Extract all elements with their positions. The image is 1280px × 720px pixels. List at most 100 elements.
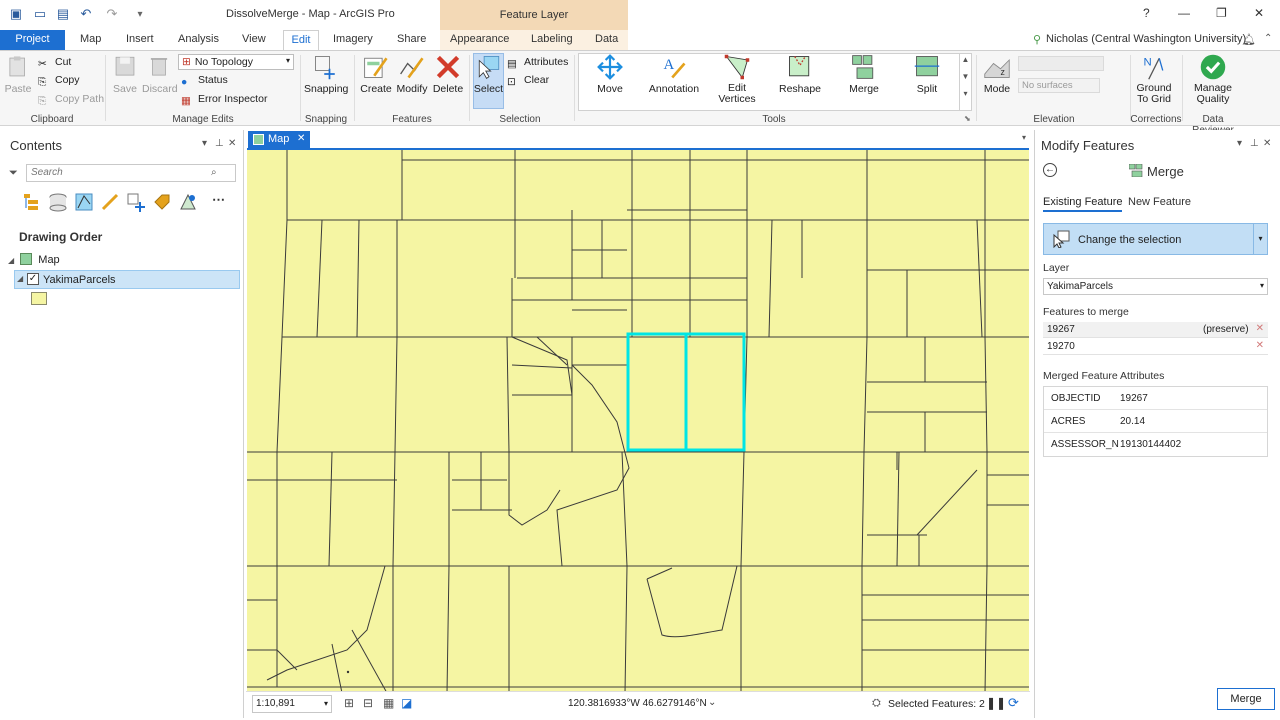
help-button[interactable]: ?	[1143, 6, 1150, 20]
data-source-icon[interactable]	[48, 192, 68, 212]
tab-data[interactable]: Data	[595, 33, 618, 45]
change-selection-button[interactable]: Change the selection ▾	[1043, 223, 1268, 255]
notifications-icon[interactable]: 🔔︎	[1242, 33, 1256, 46]
filter-icon[interactable]: ⏷	[9, 167, 18, 180]
tab-new-feature[interactable]: New Feature	[1128, 196, 1191, 208]
surface-dropdown[interactable]: No surfaces	[1018, 78, 1100, 93]
coordinate-format-icon[interactable]: ⌄	[708, 697, 716, 708]
close-tab-icon[interactable]: ✕	[297, 133, 305, 144]
tab-imagery[interactable]: Imagery	[333, 33, 373, 45]
delete-button[interactable]: Delete	[431, 53, 465, 95]
modify-button[interactable]: Modify	[395, 53, 429, 95]
scale-dropdown[interactable]: 1:10,891 ▾	[252, 695, 332, 713]
undo-icon[interactable]: ↶	[78, 6, 94, 22]
contents-search-input[interactable]: Search	[26, 164, 236, 182]
paste-button[interactable]: Paste	[4, 53, 32, 95]
topology-dropdown[interactable]: ⊞ No Topology ▾	[178, 54, 294, 70]
remove-feature-icon[interactable]: ✕	[1256, 323, 1264, 334]
discard-button[interactable]: Discard	[142, 53, 178, 95]
split-tool-button[interactable]: Split	[910, 53, 944, 95]
pane-menu-icon[interactable]: ▾	[1237, 138, 1242, 149]
error-inspector-button[interactable]: ▦ Error Inspector	[181, 93, 267, 108]
tab-appearance[interactable]: Appearance	[450, 33, 509, 45]
remove-feature-icon[interactable]: ✕	[1256, 340, 1264, 351]
copy-button[interactable]: ⎘ Copy	[38, 74, 80, 89]
tab-map-view[interactable]: Map ✕	[248, 131, 310, 148]
attributes-button[interactable]: ▤ Attributes	[507, 56, 568, 71]
cut-button[interactable]: ✂ Cut	[38, 56, 71, 71]
move-tool-button[interactable]: Move	[588, 53, 632, 95]
editing-view-icon[interactable]	[100, 192, 120, 212]
gallery-scroll[interactable]: ▲ ▼ ▾	[959, 53, 971, 111]
tab-share[interactable]: Share	[397, 33, 426, 45]
close-button[interactable]: ✕	[1254, 6, 1264, 20]
create-button[interactable]: Create	[359, 53, 393, 95]
project-icon[interactable]: ▣	[8, 6, 24, 22]
status-button[interactable]: ● Status	[181, 74, 228, 89]
pin-icon[interactable]: ⊥	[215, 138, 224, 149]
navigation-icon[interactable]: ◪	[401, 696, 412, 710]
table-icon[interactable]: ▦	[383, 696, 394, 710]
attribute-value[interactable]: 19130144402	[1120, 439, 1181, 450]
snapping-button[interactable]: Snapping	[304, 53, 348, 95]
restore-button[interactable]: ❐	[1216, 6, 1227, 20]
attribute-row[interactable]: ASSESSOR_N 19130144402	[1044, 433, 1267, 456]
reshape-tool-button[interactable]: Reshape	[778, 53, 822, 95]
tab-insert[interactable]: Insert	[126, 33, 154, 45]
elevation-value-field[interactable]	[1018, 56, 1104, 71]
selected-parcels[interactable]	[626, 332, 746, 452]
attribute-row[interactable]: ACRES 20.14	[1044, 410, 1267, 433]
close-pane-icon[interactable]: ✕	[228, 138, 236, 149]
minimize-button[interactable]: —	[1178, 6, 1190, 20]
tab-analysis[interactable]: Analysis	[178, 33, 219, 45]
save-edits-button[interactable]: Save	[110, 53, 140, 95]
tab-view[interactable]: View	[242, 33, 266, 45]
tab-labeling[interactable]: Labeling	[531, 33, 573, 45]
merge-button[interactable]: Merge	[1217, 688, 1275, 710]
pause-drawing-icon[interactable]: ❚❚	[986, 696, 1006, 710]
attribute-value[interactable]: 20.14	[1120, 416, 1145, 427]
annotation-tool-button[interactable]: A Annotation	[648, 53, 700, 95]
layer-dropdown[interactable]: YakimaParcels ▾	[1043, 278, 1268, 295]
merge-tool-button[interactable]: Merge	[844, 53, 884, 95]
tab-project[interactable]: Project	[0, 30, 65, 50]
merge-feature-row[interactable]: 19267 (preserve) ✕	[1043, 322, 1268, 338]
map-canvas[interactable]	[247, 148, 1029, 691]
labeling-view-icon[interactable]	[152, 192, 172, 212]
parcel-map[interactable]	[247, 150, 1029, 691]
symbology-view-icon[interactable]	[178, 192, 198, 212]
dropdown-arrow-icon[interactable]: ▾	[1253, 224, 1267, 254]
grid-icon[interactable]: ⊟	[363, 696, 373, 710]
tab-map[interactable]: Map	[80, 33, 101, 45]
ground-to-grid-button[interactable]: N Ground To Grid	[1132, 53, 1176, 105]
select-button[interactable]: Select	[473, 53, 504, 95]
tools-launcher-icon[interactable]: ⬊	[964, 114, 971, 123]
edit-vertices-button[interactable]: Edit Vertices	[714, 53, 760, 105]
back-arrow-icon[interactable]: ←	[1043, 163, 1057, 177]
refresh-icon[interactable]: ⟳	[1008, 695, 1019, 711]
open-folder-icon[interactable]: ▭	[32, 6, 48, 22]
attribute-row[interactable]: OBJECTID 19267	[1044, 387, 1267, 410]
more-options-icon[interactable]: ⋯	[212, 192, 225, 208]
tab-existing-feature[interactable]: Existing Feature	[1043, 196, 1123, 212]
selection-view-icon[interactable]	[74, 192, 94, 212]
expand-arrow-icon[interactable]: ◢	[8, 256, 14, 265]
fixed-zoom-icon[interactable]: ⊞	[344, 696, 354, 710]
clear-selection-button[interactable]: ⊡ Clear	[507, 74, 549, 89]
pin-icon[interactable]: ⊥	[1250, 138, 1259, 149]
elevation-mode-button[interactable]: z Mode	[981, 53, 1013, 95]
copy-path-button[interactable]: ⎘ Copy Path	[38, 93, 104, 108]
merge-feature-row[interactable]: 19270 ✕	[1043, 339, 1268, 355]
close-pane-icon[interactable]: ✕	[1263, 138, 1271, 149]
map-tree-item[interactable]: ◢ Map	[8, 253, 60, 266]
selected-features-count[interactable]: Selected Features: 2	[888, 698, 985, 710]
layer-visibility-checkbox[interactable]: ✓	[27, 273, 39, 285]
attribute-value[interactable]: 19267	[1120, 393, 1148, 404]
layer-symbol-swatch[interactable]	[31, 292, 47, 305]
search-icon[interactable]: ⌕	[211, 167, 217, 178]
tab-list-icon[interactable]: ▾	[1022, 133, 1026, 142]
manage-quality-button[interactable]: Manage Quality	[1186, 53, 1240, 105]
drawing-order-icon[interactable]	[22, 192, 42, 212]
user-name[interactable]: Nicholas (Central Washington University)	[1046, 33, 1246, 45]
redo-icon[interactable]: ↷	[104, 6, 120, 22]
